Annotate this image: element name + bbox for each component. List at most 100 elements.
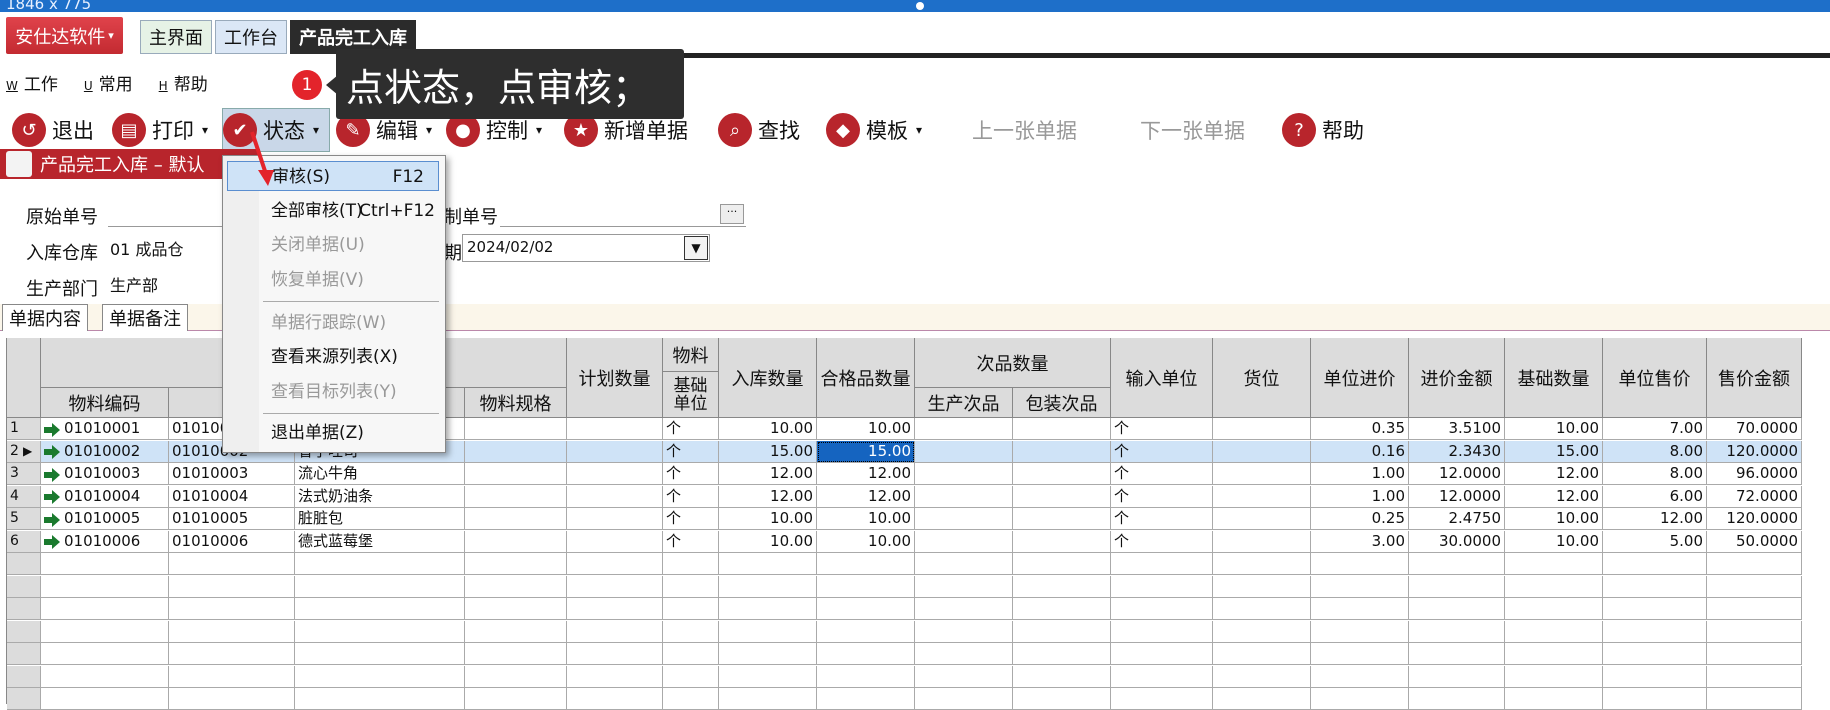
cell-plan-qty[interactable] xyxy=(567,440,663,463)
cell-pack-defect[interactable] xyxy=(1013,530,1111,553)
header-sale-amount[interactable]: 售价金额 xyxy=(1707,338,1802,418)
menu-item-approve-all[interactable]: 全部审核(T) Ctrl+F12 xyxy=(227,196,439,226)
cell-spec[interactable] xyxy=(465,418,567,440)
cell-barcode[interactable]: 01010003 xyxy=(169,463,295,485)
menu-item-restore-document[interactable]: 恢复单据(V) xyxy=(227,265,439,295)
header-material[interactable]: 物料 xyxy=(663,338,719,372)
cell-location[interactable] xyxy=(1213,688,1311,710)
cell-prod-defect[interactable] xyxy=(915,418,1013,440)
cell-unit-price[interactable] xyxy=(1603,598,1707,620)
cell-good-qty[interactable]: 10.00 xyxy=(817,530,915,553)
cell-pack-defect[interactable] xyxy=(1013,553,1111,575)
cell-in-qty[interactable] xyxy=(719,688,817,710)
cell-unit-cost[interactable] xyxy=(1311,598,1409,620)
cell-spec[interactable] xyxy=(465,508,567,530)
cell-spec[interactable] xyxy=(465,553,567,575)
cell-unit-price[interactable] xyxy=(1603,643,1707,665)
cell-plan-qty[interactable] xyxy=(567,485,663,508)
cell-barcode[interactable] xyxy=(169,643,295,665)
cell-location[interactable] xyxy=(1213,553,1311,575)
cell-location[interactable] xyxy=(1213,530,1311,553)
menu-common[interactable]: U 常用 xyxy=(84,70,133,98)
cell-base-qty[interactable]: 10.00 xyxy=(1505,508,1603,530)
cell-pack-defect[interactable] xyxy=(1013,598,1111,620)
header-good-qty[interactable]: 合格品数量 xyxy=(817,338,915,418)
cell-unit[interactable]: 个 xyxy=(663,440,719,463)
cell-pack-defect[interactable] xyxy=(1013,688,1111,710)
cell-code[interactable] xyxy=(41,598,169,620)
cell-cost-amount[interactable] xyxy=(1409,688,1505,710)
cell-unit-cost[interactable] xyxy=(1311,553,1409,575)
cell-spec[interactable] xyxy=(465,575,567,598)
cell-location[interactable] xyxy=(1213,620,1311,643)
cell-spec[interactable] xyxy=(465,440,567,463)
cell-good-qty[interactable]: 12.00 xyxy=(817,463,915,485)
cell-base-qty[interactable] xyxy=(1505,553,1603,575)
cell-pack-defect[interactable] xyxy=(1013,463,1111,485)
cell-base-qty[interactable]: 10.00 xyxy=(1505,418,1603,440)
cell-good-qty[interactable] xyxy=(817,620,915,643)
cell-code[interactable] xyxy=(41,553,169,575)
menu-work[interactable]: W 工作 xyxy=(6,70,58,98)
cell-cost-amount[interactable]: 3.5100 xyxy=(1409,418,1505,440)
cell-barcode[interactable]: 01010006 xyxy=(169,530,295,553)
cell-unit-price[interactable]: 8.00 xyxy=(1603,463,1707,485)
cell-unit[interactable]: 个 xyxy=(663,485,719,508)
cell-unit-price[interactable]: 12.00 xyxy=(1603,508,1707,530)
cell-in-qty[interactable]: 15.00 xyxy=(719,440,817,463)
cell-spec[interactable] xyxy=(465,665,567,688)
cell-unit-cost[interactable]: 0.35 xyxy=(1311,418,1409,440)
cell-location[interactable] xyxy=(1213,418,1311,440)
warehouse-field[interactable]: 01 成品仓 xyxy=(110,236,183,260)
cell-prod-defect[interactable] xyxy=(915,440,1013,463)
cell-cost-amount[interactable] xyxy=(1409,553,1505,575)
cell-prod-defect[interactable] xyxy=(915,463,1013,485)
cell-good-qty[interactable]: 10.00 xyxy=(817,418,915,440)
cell-name[interactable] xyxy=(295,688,465,710)
cell-input-unit[interactable] xyxy=(1111,575,1213,598)
cell-code[interactable] xyxy=(41,643,169,665)
cell-in-qty[interactable] xyxy=(719,598,817,620)
cell-base-qty[interactable]: 10.00 xyxy=(1505,530,1603,553)
cell-in-qty[interactable] xyxy=(719,665,817,688)
ref-no-field[interactable] xyxy=(500,200,746,227)
cell-prod-defect[interactable] xyxy=(915,688,1013,710)
cell-input-unit[interactable]: 个 xyxy=(1111,508,1213,530)
cell-base-qty[interactable] xyxy=(1505,598,1603,620)
cell-pack-defect[interactable] xyxy=(1013,440,1111,463)
cell-good-qty[interactable] xyxy=(817,575,915,598)
menu-item-source-list[interactable]: 查看来源列表(X) xyxy=(227,342,439,372)
cell-good-qty[interactable] xyxy=(817,688,915,710)
cell-in-qty[interactable]: 10.00 xyxy=(719,418,817,440)
cell-unit-cost[interactable] xyxy=(1311,665,1409,688)
cell-name[interactable]: 流心牛角 xyxy=(295,463,465,485)
cell-pack-defect[interactable] xyxy=(1013,485,1111,508)
tab-workbench[interactable]: 工作台 xyxy=(215,20,287,54)
table-row[interactable]: 6 01010006 01010006 德式蓝莓堡 个 10.00 10.00 个 3.00 30… xyxy=(7,530,1802,553)
cell-plan-qty[interactable] xyxy=(567,575,663,598)
cell-in-qty[interactable]: 10.00 xyxy=(719,530,817,553)
cell-input-unit[interactable] xyxy=(1111,688,1213,710)
cell-plan-qty[interactable] xyxy=(567,463,663,485)
cell-unit[interactable]: 个 xyxy=(663,530,719,553)
cell-pack-defect[interactable] xyxy=(1013,508,1111,530)
template-button[interactable]: ◆ 模板 ▾ xyxy=(826,108,922,152)
cell-pack-defect[interactable] xyxy=(1013,620,1111,643)
cell-cost-amount[interactable] xyxy=(1409,665,1505,688)
cell-base-qty[interactable] xyxy=(1505,643,1603,665)
cell-cost-amount[interactable]: 2.3430 xyxy=(1409,440,1505,463)
cell-unit[interactable] xyxy=(663,553,719,575)
cell-unit-cost[interactable]: 3.00 xyxy=(1311,530,1409,553)
cell-location[interactable] xyxy=(1213,440,1311,463)
cell-unit[interactable] xyxy=(663,665,719,688)
cell-sale-amount[interactable] xyxy=(1707,575,1802,598)
cell-base-qty[interactable] xyxy=(1505,665,1603,688)
cell-unit-price[interactable]: 6.00 xyxy=(1603,485,1707,508)
menu-item-close-document[interactable]: 关闭单据(U) xyxy=(227,230,439,260)
previous-document-button[interactable]: 上一张单据 xyxy=(972,108,1077,152)
cell-base-qty[interactable]: 12.00 xyxy=(1505,463,1603,485)
cell-name[interactable] xyxy=(295,665,465,688)
print-button[interactable]: ▤ 打印 ▾ xyxy=(112,108,208,152)
cell-sale-amount[interactable] xyxy=(1707,553,1802,575)
cell-cost-amount[interactable]: 30.0000 xyxy=(1409,530,1505,553)
